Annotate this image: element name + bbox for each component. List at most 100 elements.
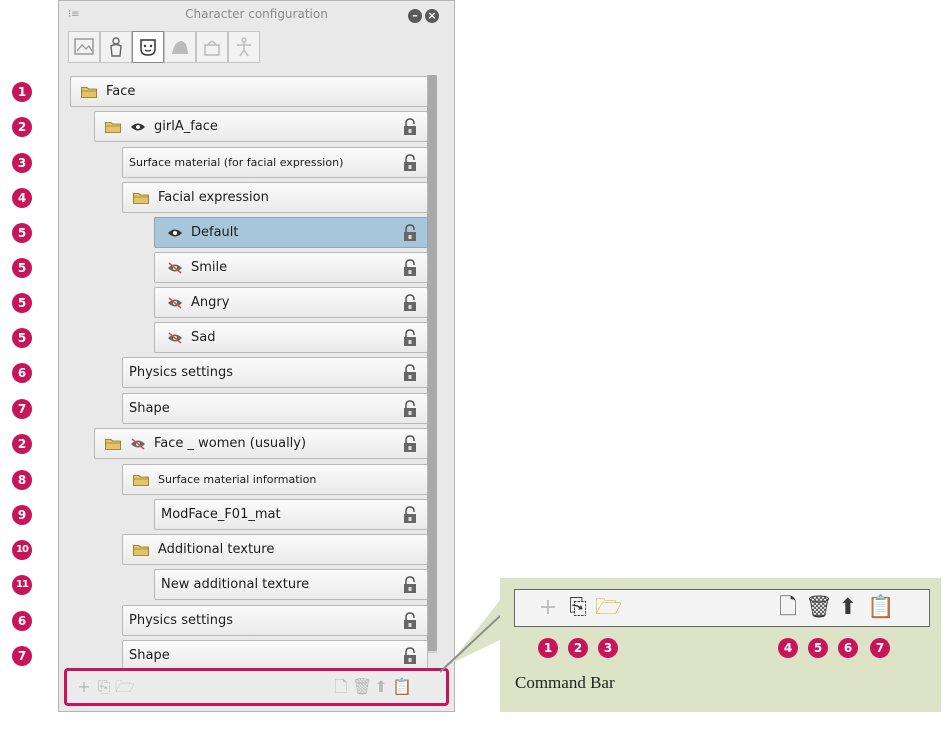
pose-icon xyxy=(237,37,251,57)
new-folder-icon[interactable]: ⎘ xyxy=(95,677,113,697)
tree-item-row[interactable]: New additional texture xyxy=(154,569,428,600)
row-marker: 6 xyxy=(12,363,32,383)
lock-icon[interactable] xyxy=(403,118,417,136)
row-marker: 3 xyxy=(12,153,32,173)
folder-icon xyxy=(133,192,149,204)
tree-folder-row[interactable]: Facial expression xyxy=(122,182,428,213)
lock-icon[interactable] xyxy=(403,435,417,453)
tree-item-row[interactable]: Default xyxy=(154,217,428,248)
lock-icon[interactable] xyxy=(403,506,417,524)
tree-folder-row[interactable]: Face _ women (usually) xyxy=(94,428,428,459)
trash-icon[interactable]: 🗑 xyxy=(805,595,833,621)
tree-row-label: Additional texture xyxy=(158,542,275,557)
tree-item-row[interactable]: Sad xyxy=(154,322,428,353)
hidden-eye-icon[interactable] xyxy=(167,296,183,309)
row-marker: 9 xyxy=(12,505,32,525)
tree-row-label: Physics settings xyxy=(129,613,234,628)
image-icon xyxy=(74,38,94,55)
command-marker: 1 xyxy=(538,638,558,658)
tree-item-row[interactable]: Shape xyxy=(122,640,428,671)
hidden-eye-icon[interactable] xyxy=(167,261,183,274)
tree-item-row[interactable]: Smile xyxy=(154,252,428,283)
tree-row-label: Physics settings xyxy=(129,365,234,380)
row-marker: 5 xyxy=(12,223,32,243)
row-marker: 5 xyxy=(12,258,32,278)
lock-icon[interactable] xyxy=(403,400,417,418)
lock-icon[interactable] xyxy=(403,364,417,382)
folder-icon xyxy=(105,121,121,133)
tree-folder-row[interactable]: Surface material information xyxy=(122,464,428,495)
tree-row-label: Surface material (for facial expression) xyxy=(129,156,344,169)
lock-icon[interactable] xyxy=(403,154,417,172)
tree-row-label: Angry xyxy=(191,295,230,310)
face-icon xyxy=(140,39,156,56)
row-marker: 7 xyxy=(12,646,32,666)
tab-body[interactable] xyxy=(100,31,132,63)
tree-item-row[interactable]: Physics settings xyxy=(122,605,428,636)
accessory-icon xyxy=(204,40,220,56)
add-icon[interactable]: + xyxy=(75,677,93,697)
visible-eye-icon[interactable] xyxy=(130,121,146,133)
tree-row-label: girlA_face xyxy=(154,119,218,134)
open-folder-icon[interactable]: 🗁 xyxy=(115,677,135,697)
tree-folder-row[interactable]: Additional texture xyxy=(122,534,428,565)
lock-icon[interactable] xyxy=(403,294,417,312)
tree-scrollbar-thumb[interactable] xyxy=(427,75,437,651)
tree-item-row[interactable]: Surface material (for facial expression) xyxy=(122,147,428,178)
tree-item-row[interactable]: ModFace_F01_mat xyxy=(154,499,428,530)
trash-icon[interactable]: 🗑 xyxy=(352,677,372,697)
row-marker: 11 xyxy=(12,575,32,595)
visible-eye-icon[interactable] xyxy=(167,227,183,239)
new-page-icon[interactable]: 🗋 xyxy=(775,595,801,621)
body-icon xyxy=(110,37,122,57)
lock-icon[interactable] xyxy=(403,259,417,277)
tab-image[interactable] xyxy=(68,31,100,63)
command-bar-enlarged: + ⎘ 🗁 🗋 🗑 ⬆ 📋 xyxy=(514,589,930,627)
hair-icon xyxy=(172,41,188,54)
close-button[interactable]: × xyxy=(425,9,439,23)
command-bar-callout: + ⎘ 🗁 🗋 🗑 ⬆ 📋 123 4567 Command Bar xyxy=(500,578,941,712)
folder-icon xyxy=(133,474,149,486)
command-bar-label: Command Bar xyxy=(515,673,615,692)
command-marker: 4 xyxy=(778,638,798,658)
minimize-button[interactable]: – xyxy=(408,9,422,23)
tree-row-label: Shape xyxy=(129,648,170,663)
hidden-eye-icon[interactable] xyxy=(130,437,146,450)
tab-pose[interactable] xyxy=(228,31,260,63)
row-marker: 2 xyxy=(12,117,32,137)
lock-icon[interactable] xyxy=(403,329,417,347)
command-marker: 6 xyxy=(838,638,858,658)
command-marker: 2 xyxy=(568,638,588,658)
command-marker: 7 xyxy=(870,638,890,658)
folder-icon xyxy=(133,544,149,556)
clipboard-icon[interactable]: 📋 xyxy=(867,595,894,621)
tree-row-label: Face xyxy=(106,84,136,99)
clipboard-icon[interactable]: 📋 xyxy=(392,677,412,697)
tree-item-row[interactable]: Shape xyxy=(122,393,428,424)
lock-icon[interactable] xyxy=(403,612,417,630)
tab-hair[interactable] xyxy=(164,31,196,63)
lock-icon[interactable] xyxy=(403,576,417,594)
folder-icon xyxy=(81,86,97,98)
row-marker: 2 xyxy=(12,434,32,454)
new-folder-icon[interactable]: ⎘ xyxy=(565,595,591,621)
open-folder-icon[interactable]: 🗁 xyxy=(595,595,622,621)
tree-folder-row[interactable]: Face xyxy=(70,76,428,107)
tree-item-row[interactable]: Physics settings xyxy=(122,357,428,388)
tree-row-label: Facial expression xyxy=(158,190,269,205)
tree-row-label: New additional texture xyxy=(161,577,310,592)
tab-accessory[interactable] xyxy=(196,31,228,63)
export-icon[interactable]: ⬆ xyxy=(372,677,390,697)
tree-folder-row[interactable]: girlA_face xyxy=(94,111,428,142)
lock-icon[interactable] xyxy=(403,224,417,242)
tree-row-label: Default xyxy=(191,225,239,240)
hidden-eye-icon[interactable] xyxy=(167,331,183,344)
tree-row-label: Shape xyxy=(129,401,170,416)
lock-icon[interactable] xyxy=(403,647,417,665)
tree-item-row[interactable]: Angry xyxy=(154,287,428,318)
row-marker: 8 xyxy=(12,470,32,490)
new-page-icon[interactable]: 🗋 xyxy=(332,677,350,697)
tab-face[interactable] xyxy=(132,31,164,63)
export-icon[interactable]: ⬆ xyxy=(835,595,861,621)
add-icon[interactable]: + xyxy=(535,595,561,621)
